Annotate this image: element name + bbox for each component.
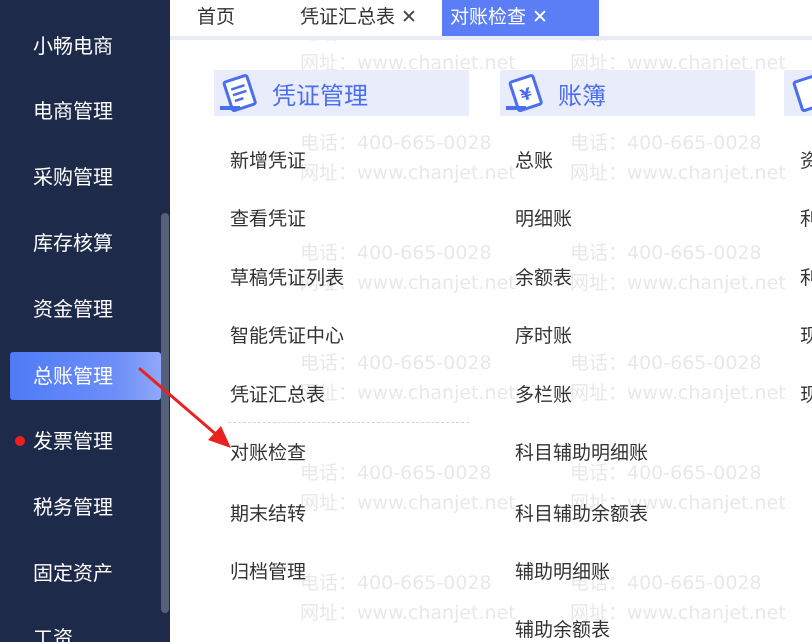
sidebar-item-ecommerce-management[interactable]: 电商管理	[0, 87, 170, 135]
menu-item-new-voucher[interactable]: 新增凭证	[230, 147, 306, 175]
menu-item-third-1[interactable]: 资	[800, 147, 812, 175]
menu-item-journal[interactable]: 序时账	[515, 322, 572, 350]
voucher-document-icon	[216, 70, 264, 116]
sidebar: 小畅电商 电商管理 采购管理 库存核算 资金管理 总账管理 发票管理 税务管理 …	[0, 0, 170, 642]
menu-item-detail-ledger[interactable]: 明细账	[515, 205, 572, 233]
menu-item-third-4[interactable]: 现	[800, 322, 812, 350]
section-title-voucher: 凭证管理	[272, 81, 368, 110]
watermark: 网址：www.chanjet.net	[300, 492, 516, 514]
menu-item-period-end-closing[interactable]: 期末结转	[230, 500, 306, 528]
watermark: 电话：400-665-0028	[300, 572, 492, 594]
sidebar-item-fixed-assets[interactable]: 固定资产	[0, 549, 170, 597]
sidebar-item-purchase-management[interactable]: 采购管理	[0, 153, 170, 201]
watermark: 电话：400-665-0028	[570, 40, 762, 45]
document-icon	[786, 70, 812, 116]
sidebar-scrollbar[interactable]	[161, 213, 169, 613]
watermark: 电话：400-665-0028	[300, 352, 492, 374]
yuan-receipt-icon: ¥	[502, 70, 550, 116]
tab-bar: 首页 凭证汇总表 ✕ 对账检查 ✕	[170, 0, 812, 36]
sidebar-item-xiaochang-ecommerce[interactable]: 小畅电商	[0, 22, 170, 70]
watermark: 电话：400-665-0028	[300, 462, 492, 484]
menu-item-subject-aux-balance[interactable]: 科目辅助余额表	[515, 500, 648, 528]
watermark: 网址：www.chanjet.net	[300, 382, 516, 404]
menu-item-reconciliation-check[interactable]: 对账检查	[230, 439, 306, 467]
watermark: 电话：400-665-0028	[300, 242, 492, 264]
watermark: 网址：www.chanjet.net	[300, 162, 516, 184]
watermark: 电话：400-665-0028	[570, 132, 762, 154]
sidebar-item-tax-management[interactable]: 税务管理	[0, 483, 170, 531]
sidebar-item-invoice-management[interactable]: 发票管理	[0, 417, 170, 465]
menu-item-aux-detail[interactable]: 辅助明细账	[515, 558, 610, 586]
menu-item-archive-management[interactable]: 归档管理	[230, 558, 306, 586]
tab-voucher-summary[interactable]: 凭证汇总表 ✕	[300, 0, 417, 36]
menu-item-general-ledger[interactable]: 总账	[515, 147, 553, 175]
sidebar-item-fund-management[interactable]: 资金管理	[0, 285, 170, 333]
menu-panel: 电话：400-665-0028 网址：www.chanjet.net 电话：40…	[170, 40, 812, 642]
watermark: 电话：400-665-0028	[570, 352, 762, 374]
menu-item-balance-sheet[interactable]: 余额表	[515, 264, 572, 292]
section-header-ledger: ¥ 账簿	[500, 70, 755, 116]
menu-item-view-voucher[interactable]: 查看凭证	[230, 205, 306, 233]
menu-item-aux-balance[interactable]: 辅助余额表	[515, 616, 610, 642]
menu-item-third-5[interactable]: 现	[800, 381, 812, 409]
menu-item-third-3[interactable]: 利	[800, 264, 812, 292]
menu-item-multi-column-ledger[interactable]: 多栏账	[515, 381, 572, 409]
section-title-ledger: 账簿	[558, 81, 606, 110]
watermark: 网址：www.chanjet.net	[570, 162, 786, 184]
menu-item-smart-voucher-center[interactable]: 智能凭证中心	[230, 322, 344, 350]
tab-home[interactable]: 首页	[197, 0, 235, 36]
menu-item-draft-voucher-list[interactable]: 草稿凭证列表	[230, 264, 344, 292]
close-icon[interactable]: ✕	[401, 0, 417, 34]
watermark: 电话：400-665-0028	[300, 40, 492, 45]
sidebar-item-inventory-accounting[interactable]: 库存核算	[0, 219, 170, 267]
tab-reconciliation-check[interactable]: 对账检查 ✕	[442, 0, 599, 36]
divider	[228, 422, 469, 423]
notification-dot	[15, 436, 25, 446]
sidebar-item-payroll[interactable]: 工资	[0, 614, 170, 642]
menu-item-voucher-summary[interactable]: 凭证汇总表	[230, 381, 325, 409]
menu-item-third-2[interactable]: 利	[800, 205, 812, 233]
section-header-third	[784, 70, 812, 116]
watermark: 网址：www.chanjet.net	[300, 602, 516, 624]
watermark: 网址：www.chanjet.net	[570, 382, 786, 404]
watermark: 网址：www.chanjet.net	[570, 272, 786, 294]
watermark: 电话：400-665-0028	[300, 132, 492, 154]
menu-item-subject-aux-detail[interactable]: 科目辅助明细账	[515, 439, 648, 467]
watermark: 电话：400-665-0028	[570, 242, 762, 264]
close-icon[interactable]: ✕	[532, 0, 548, 34]
section-header-voucher: 凭证管理	[214, 70, 469, 116]
sidebar-item-general-ledger[interactable]: 总账管理	[10, 352, 161, 400]
